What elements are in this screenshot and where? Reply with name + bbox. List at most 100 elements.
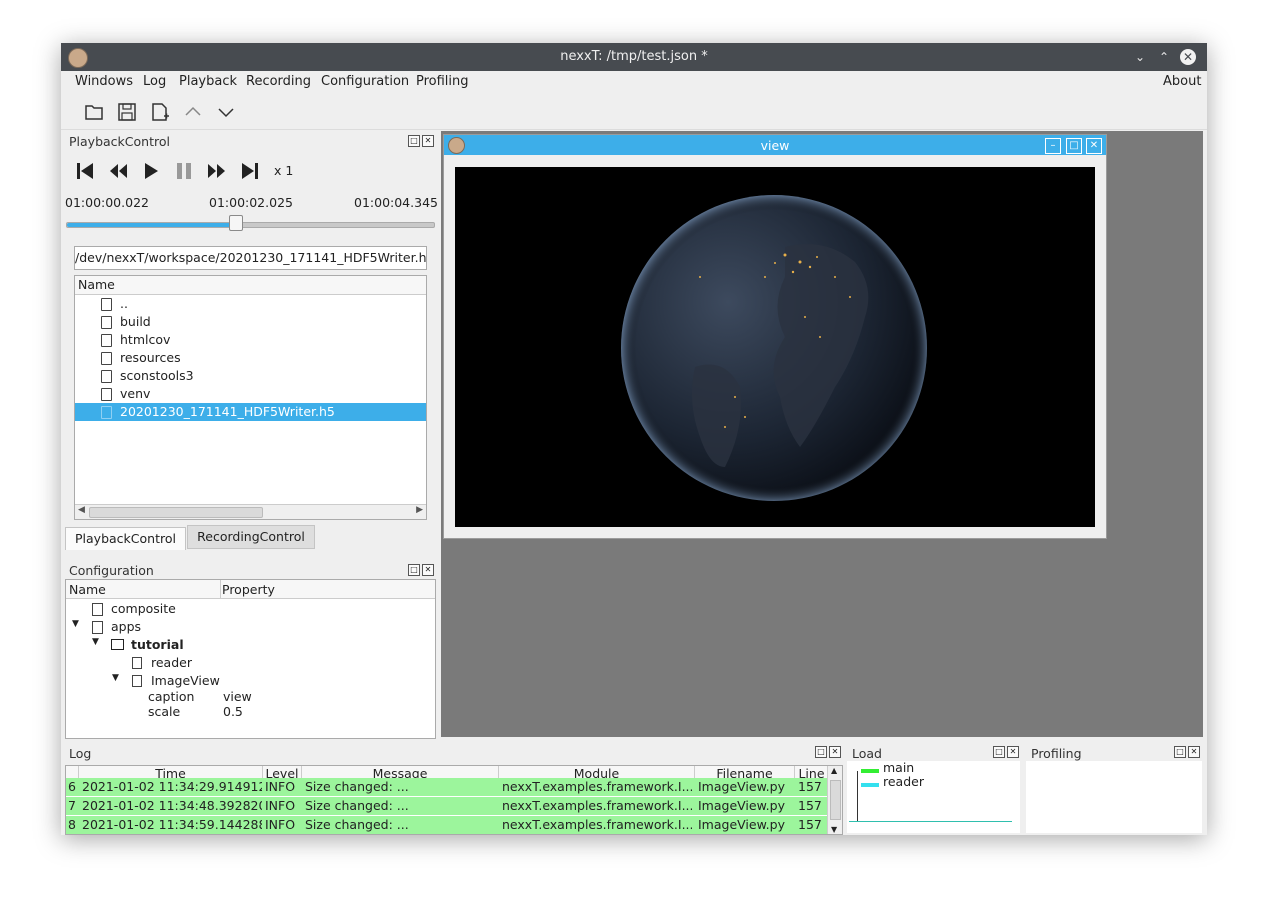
menu-configuration[interactable]: Configuration [321,74,409,89]
arrow-down-icon[interactable] [215,101,237,123]
tree-apps[interactable]: apps [111,619,141,634]
prop-scale-value[interactable]: 0.5 [223,704,243,719]
file-list-item-label: .. [120,296,128,311]
folder-open-icon[interactable] [83,101,105,123]
log-cell-line: 157 [798,779,822,794]
minimize-icon[interactable]: ⌄ [1132,49,1148,65]
scroll-right-icon[interactable]: ▶ [416,505,423,515]
pause-icon[interactable] [173,160,195,182]
tree-reader[interactable]: reader [151,655,192,670]
file-list-header[interactable]: Name [75,276,426,295]
file-list-item[interactable]: 20201230_171141_HDF5Writer.h5 [75,403,426,421]
log-cell-time: 2021-01-02 11:34:29.914912 [82,779,262,794]
file-icon [132,675,142,687]
tab-playback-control[interactable]: PlaybackControl [65,527,186,550]
menu-profiling[interactable]: Profiling [416,74,469,89]
log-table[interactable]: Time Level Message Module Filename Line … [65,765,843,835]
time-start: 01:00:00.022 [65,195,149,210]
file-list-item[interactable]: build [75,313,426,331]
tab-recording-control[interactable]: RecordingControl [187,525,315,549]
dock-close-icon[interactable]: ✕ [829,746,841,758]
tree-tutorial[interactable]: tutorial [131,637,184,652]
expand-apps-icon[interactable]: ▼ [72,619,79,629]
tree-composite[interactable]: composite [111,601,176,616]
skip-to-start-icon[interactable] [74,160,96,182]
folder-icon [111,639,124,650]
dock-float-icon[interactable]: □ [408,564,420,576]
menu-log[interactable]: Log [143,74,166,89]
scroll-thumb[interactable] [89,507,263,518]
time-current: 01:00:02.025 [209,195,293,210]
log-cell-module: nexxT.examples.framework.I... [502,779,692,794]
scroll-down-icon[interactable]: ▼ [831,825,837,834]
menu-playback[interactable]: Playback [179,74,237,89]
log-row[interactable]: 7 2021-01-02 11:34:48.392820 INFO Size chan… [66,797,828,815]
col-property[interactable]: Property [222,582,275,597]
window-title: nexxT: /tmp/test.json * [560,49,708,64]
dock-close-icon[interactable]: ✕ [1007,746,1019,758]
horizontal-scrollbar[interactable]: ◀ ▶ [75,504,426,519]
menu-windows[interactable]: Windows [75,74,133,89]
title-bar[interactable]: nexxT: /tmp/test.json * ⌄ ⌃ ✕ [61,43,1207,71]
composite-icon [92,603,103,616]
log-cell-message: Size changed: ... [305,798,409,813]
dock-float-icon[interactable]: □ [815,746,827,758]
expand-imageview-icon[interactable]: ▼ [112,673,119,683]
scroll-thumb[interactable] [830,780,841,820]
log-cell-line: 157 [798,798,822,813]
file-list-item[interactable]: sconstools3 [75,367,426,385]
dock-float-icon[interactable]: □ [1174,746,1186,758]
log-cell-filename: ImageView.py [698,817,785,832]
profiling-view [1026,761,1202,833]
view-subwindow[interactable]: view – □ ✕ [443,134,1107,539]
file-list-item[interactable]: resources [75,349,426,367]
legend-swatch-main [861,769,879,773]
log-row[interactable]: 8 2021-01-02 11:34:59.144288 INFO Size chan… [66,816,828,834]
view-titlebar[interactable]: view – □ ✕ [444,135,1106,155]
save-as-icon[interactable] [149,101,171,123]
log-cell-n: 7 [68,798,76,813]
configuration-tree[interactable]: Name Property composite ▼ apps ▼ tutoria… [65,579,436,739]
file-list-item[interactable]: venv [75,385,426,403]
save-icon[interactable] [116,101,138,123]
image-view[interactable] [455,167,1095,527]
log-cell-filename: ImageView.py [698,779,785,794]
step-forward-icon[interactable] [206,160,228,182]
expand-tutorial-icon[interactable]: ▼ [92,637,99,647]
main-toolbar [61,93,1207,130]
load-y-axis [857,771,858,821]
log-scrollbar[interactable]: ▲ ▼ [827,766,842,834]
close-icon[interactable]: ✕ [1086,138,1102,154]
step-back-icon[interactable] [107,160,129,182]
dock-float-icon[interactable]: □ [993,746,1005,758]
skip-to-end-icon[interactable] [239,160,261,182]
file-list-item-label: sconstools3 [120,368,194,383]
prop-caption-value[interactable]: view [223,689,252,704]
log-row[interactable]: 6 2021-01-02 11:34:29.914912 INFO Size chan… [66,778,828,796]
dock-close-icon[interactable]: ✕ [422,564,434,576]
path-input[interactable]: /dev/nexxT/workspace/20201230_171141_HDF… [74,246,427,270]
earth-image [621,195,927,501]
file-list-item[interactable]: htmlcov [75,331,426,349]
arrow-up-icon[interactable] [182,101,204,123]
maximize-icon[interactable]: □ [1066,138,1082,154]
play-icon[interactable] [140,160,162,182]
slider-handle[interactable] [228,215,243,231]
playback-slider[interactable] [66,222,435,228]
file-list-item[interactable]: .. [75,295,426,313]
playback-speed[interactable]: x 1 [274,163,293,178]
close-icon[interactable]: ✕ [1180,49,1196,65]
maximize-icon[interactable]: ⌃ [1156,49,1172,65]
dock-close-icon[interactable]: ✕ [422,135,434,147]
minimize-icon[interactable]: – [1045,138,1061,154]
col-name[interactable]: Name [69,582,106,597]
menu-recording[interactable]: Recording [246,74,311,89]
tree-imageview[interactable]: ImageView [151,673,220,688]
view-title: view [760,138,790,153]
menu-about[interactable]: About [1163,74,1201,89]
scroll-left-icon[interactable]: ◀ [78,505,85,515]
dock-float-icon[interactable]: □ [408,135,420,147]
file-list[interactable]: Name .. build htmlcov resources sconstools3 v… [74,275,427,520]
dock-close-icon[interactable]: ✕ [1188,746,1200,758]
scroll-up-icon[interactable]: ▲ [831,766,837,775]
